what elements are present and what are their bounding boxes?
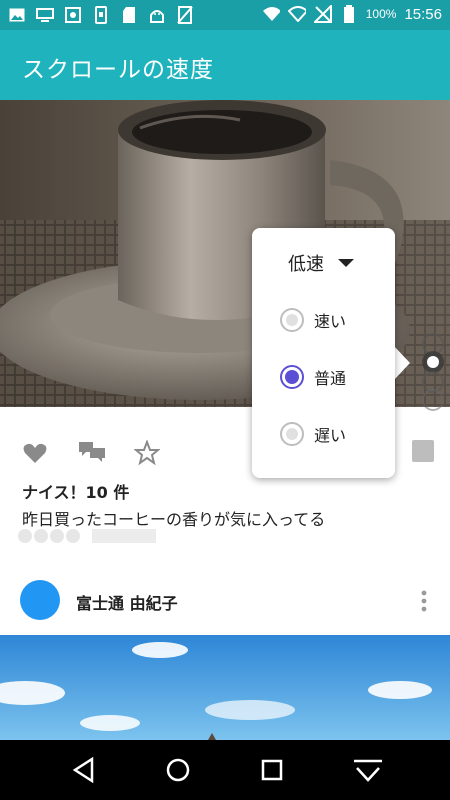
- notification-icons: [8, 6, 194, 24]
- likes-count: ナイス！10 件: [22, 483, 130, 502]
- post-caption: 昨日買ったコーヒーの香りが気に入ってる: [22, 510, 326, 529]
- option-label: 普通: [314, 369, 347, 388]
- comment-icon[interactable]: [78, 440, 105, 466]
- speed-dropdown[interactable]: 低速: [288, 250, 354, 276]
- current-speed-label: 低速: [288, 254, 324, 275]
- option-label: 速い: [314, 312, 347, 331]
- clock: 15:56: [404, 5, 442, 23]
- battery-icon: [340, 5, 358, 23]
- bookmark-icon[interactable]: [412, 440, 434, 462]
- wifi-icon: [262, 5, 280, 23]
- wifi-icon: [287, 5, 306, 23]
- no-signal-icon: [313, 5, 332, 23]
- speed-option-slow[interactable]: 遅い: [280, 422, 346, 446]
- android-icon: [148, 6, 166, 24]
- recent-apps-icon[interactable]: [258, 756, 286, 784]
- page-title: スクロールの速度: [22, 57, 214, 83]
- speed-option-fast[interactable]: 速い: [280, 308, 346, 332]
- dropdown-arrow-icon: [338, 259, 354, 267]
- scroll-handle[interactable]: [418, 330, 448, 414]
- author-name[interactable]: 富士通 由紀子: [76, 590, 178, 614]
- back-icon[interactable]: [70, 756, 98, 784]
- app-bar: スクロールの速度: [0, 30, 450, 100]
- phone-icon: [92, 6, 110, 24]
- settings-box-icon: [64, 6, 82, 24]
- battery-percent: 100%: [365, 7, 397, 21]
- speed-option-normal[interactable]: 普通: [280, 365, 346, 389]
- post-actions: [22, 439, 161, 466]
- star-icon[interactable]: [133, 439, 161, 466]
- loading-placeholder: [18, 529, 156, 543]
- home-icon[interactable]: [164, 756, 192, 784]
- scroll-speed-popup: 低速 速い 普通 遅い: [252, 228, 395, 478]
- radio-button-selected[interactable]: [280, 365, 304, 389]
- sky-photo[interactable]: [0, 635, 450, 740]
- radio-button[interactable]: [280, 422, 304, 446]
- sd-card-icon: [120, 6, 138, 24]
- system-icons: 100% 15:56: [262, 5, 442, 23]
- option-label: 遅い: [314, 426, 347, 445]
- image-icon: [8, 6, 26, 24]
- no-sim-icon: [176, 6, 194, 24]
- radio-button[interactable]: [280, 308, 304, 332]
- status-bar: 100% 15:56: [0, 0, 450, 30]
- popup-pointer: [394, 346, 410, 380]
- more-options-icon[interactable]: [418, 590, 430, 612]
- monitor-icon: [36, 6, 54, 24]
- scroll-assist-icon[interactable]: [352, 756, 382, 784]
- heart-icon[interactable]: [22, 440, 48, 466]
- avatar[interactable]: [20, 580, 60, 620]
- navigation-bar: [0, 740, 450, 800]
